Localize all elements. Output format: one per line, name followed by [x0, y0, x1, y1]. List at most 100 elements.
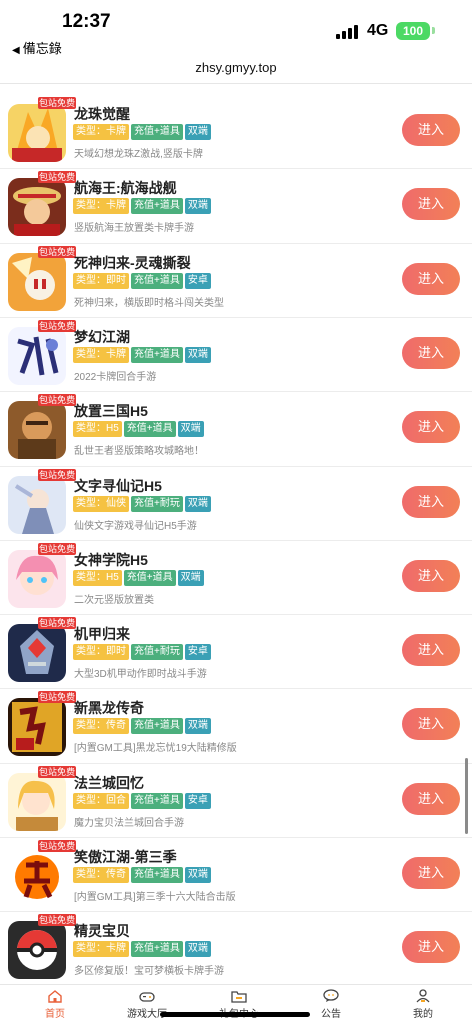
game-tags: 类型：传奇 充值+道具 双端 — [73, 867, 213, 883]
game-list-item[interactable]: 包站免费 梦幻江湖 类型：卡牌 充值+道具 双端 2022卡牌回合手游 进入 — [0, 317, 472, 391]
type-tag: 类型：H5 — [73, 570, 122, 586]
bleach-icon[interactable] — [8, 253, 66, 311]
game-list-item[interactable]: 包站免费 文字寻仙记H5 类型：仙侠 充值+耐玩 双端 仙侠文字游戏寻仙记H5手游 进入 — [0, 466, 472, 540]
game-tags: 类型：即时 充值+道具 安卓 — [73, 273, 213, 289]
game-title[interactable]: 航海王:航海战舰 — [74, 178, 177, 198]
enter-game-button[interactable]: 进入 — [402, 783, 460, 815]
enter-game-button[interactable]: 进入 — [402, 931, 460, 963]
enter-game-button[interactable]: 进入 — [402, 188, 460, 220]
platform-tag: 安卓 — [184, 793, 211, 809]
game-list-item[interactable]: 包站免费 机甲归来 类型：即时 充值+耐玩 安卓 大型3D机甲动作即时战斗手游 进入 — [0, 614, 472, 688]
enter-game-button[interactable]: 进入 — [402, 708, 460, 740]
pay-tag: 充值+道具 — [131, 347, 183, 363]
game-list-item[interactable]: 包站免费 放置三国H5 类型：H5 充值+道具 双端 乱世王者竖版策略攻城略地！ 进入 — [0, 391, 472, 465]
platform-tag: 双端 — [184, 496, 211, 512]
type-tag: 类型：卡牌 — [73, 198, 129, 214]
game-description: 乱世王者竖版策略攻城略地！ — [74, 446, 204, 457]
mecha-icon[interactable] — [8, 624, 66, 682]
game-description: 多区修复版！宝可梦横板卡牌手游 — [74, 966, 224, 977]
pay-tag: 充值+道具 — [131, 718, 183, 734]
free-ribbon-badge: 包站免费 — [38, 766, 76, 778]
game-tags: 类型：H5 充值+道具 双端 — [73, 570, 206, 586]
xianxia-icon[interactable] — [8, 476, 66, 534]
game-title[interactable]: 死神归来-灵魂撕裂 — [74, 253, 191, 273]
game-list[interactable]: 包站免费 龙珠觉醒 类型：卡牌 充值+道具 双端 天域幻想龙珠Z激战,竖版卡牌 进入 包站免费… — [0, 84, 472, 984]
user-icon — [415, 989, 431, 1003]
tab-chat-bubble[interactable]: 公告 — [301, 989, 361, 1020]
xiao-icon[interactable] — [8, 847, 66, 905]
home-indicator[interactable] — [160, 1012, 310, 1017]
game-title[interactable]: 新黑龙传奇 — [74, 698, 144, 718]
game-description: 竖版航海王放置类卡牌手游 — [74, 223, 194, 234]
platform-tag: 双端 — [184, 347, 211, 363]
type-tag: 类型：传奇 — [73, 867, 129, 883]
game-list-item[interactable]: 包站免费 女神学院H5 类型：H5 充值+道具 双端 二次元竖版放置类 进入 — [0, 540, 472, 614]
jianghu-icon[interactable] — [8, 327, 66, 385]
game-list-item[interactable]: 包站免费 新黑龙传奇 类型：传奇 充值+道具 双端 [内置GM工具]黑龙忘忧19大陆精修版… — [0, 688, 472, 762]
row-divider — [0, 391, 472, 392]
back-to-app-link[interactable]: ◀ 備忘錄 — [12, 38, 62, 57]
type-tag: 类型：卡牌 — [73, 124, 129, 140]
platform-tag: 安卓 — [184, 273, 211, 289]
game-title[interactable]: 龙珠觉醒 — [74, 104, 130, 124]
gamepad-icon — [139, 989, 155, 1003]
free-ribbon-badge: 包站免费 — [38, 617, 76, 629]
free-ribbon-badge: 包站免费 — [38, 914, 76, 926]
game-tags: 类型：卡牌 充值+道具 双端 — [73, 347, 213, 363]
game-tags: 类型：卡牌 充值+道具 双端 — [73, 198, 213, 214]
enter-game-button[interactable]: 进入 — [402, 634, 460, 666]
pokeball-icon[interactable] — [8, 921, 66, 979]
game-list-item[interactable]: 包站免费 龙珠觉醒 类型：卡牌 充值+道具 双端 天域幻想龙珠Z激战,竖版卡牌 进入 — [0, 94, 472, 168]
enter-game-button[interactable]: 进入 — [402, 263, 460, 295]
game-description: 死神归来，横版即时格斗闯关类型 — [74, 298, 224, 309]
game-list-item[interactable]: 包站免费 精灵宝贝 类型：卡牌 充值+道具 双端多区修复版！宝可梦横板卡牌手游 进入 — [0, 911, 472, 984]
row-divider — [0, 837, 472, 838]
game-tags: 类型：H5 充值+道具 双端 — [73, 421, 206, 437]
url-bar[interactable]: zhsy.gmyy.top — [0, 58, 472, 84]
game-list-item[interactable]: 包站免费 死神归来-灵魂撕裂 类型：即时 充值+道具 安卓 死神归来，横版即时格斗闯关类型… — [0, 243, 472, 317]
tab-user[interactable]: 我的 — [393, 989, 453, 1020]
game-list-item[interactable]: 包站免费 航海王:航海战舰 类型：卡牌 充值+道具 双端竖版航海王放置类卡牌手游 进入 — [0, 168, 472, 242]
legend-icon[interactable] — [8, 698, 66, 756]
game-title[interactable]: 文字寻仙记H5 — [74, 476, 162, 496]
enter-game-button[interactable]: 进入 — [402, 857, 460, 889]
platform-tag: 双端 — [184, 941, 211, 957]
free-ribbon-badge: 包站免费 — [38, 171, 76, 183]
free-ribbon-badge: 包站免费 — [38, 97, 76, 109]
home-icon — [47, 989, 63, 1003]
sanguo-icon[interactable] — [8, 401, 66, 459]
type-tag: 类型：卡牌 — [73, 941, 129, 957]
game-title[interactable]: 笑傲江湖-第三季 — [74, 847, 177, 867]
falan-icon[interactable] — [8, 773, 66, 831]
enter-game-button[interactable]: 进入 — [402, 411, 460, 443]
game-title[interactable]: 机甲归来 — [74, 624, 130, 644]
row-divider — [0, 911, 472, 912]
game-title[interactable]: 法兰城回忆 — [74, 773, 144, 793]
game-title[interactable]: 女神学院H5 — [74, 550, 148, 570]
game-list-item[interactable]: 包站免费 法兰城回忆 类型：回合 充值+道具 安卓 魔力宝贝法兰城回合手游 进入 — [0, 763, 472, 837]
scroll-indicator[interactable] — [465, 758, 468, 834]
game-title[interactable]: 梦幻江湖 — [74, 327, 130, 347]
tab-label: 我的 — [413, 1009, 433, 1020]
tab-home[interactable]: 首页 — [25, 989, 85, 1020]
game-title[interactable]: 放置三国H5 — [74, 401, 148, 421]
type-tag: 类型：即时 — [73, 273, 129, 289]
battery-tip — [432, 27, 435, 34]
game-list-item[interactable]: 包站免费 笑傲江湖-第三季 类型：传奇 充值+道具 双端 [内置GM工具]第三季十六大陆合… — [0, 837, 472, 911]
dragonball-icon[interactable] — [8, 104, 66, 162]
pay-tag: 充值+耐玩 — [131, 644, 183, 660]
enter-game-button[interactable]: 进入 — [402, 114, 460, 146]
free-ribbon-badge: 包站免费 — [38, 840, 76, 852]
onepiece-icon[interactable] — [8, 178, 66, 236]
enter-game-button[interactable]: 进入 — [402, 486, 460, 518]
game-title[interactable]: 精灵宝贝 — [74, 921, 130, 941]
tab-label: 首页 — [45, 1009, 65, 1020]
chat-bubble-icon — [323, 989, 339, 1003]
game-tags: 类型：卡牌 充值+道具 双端 — [73, 941, 213, 957]
game-description: 二次元竖版放置类 — [74, 595, 154, 606]
enter-game-button[interactable]: 进入 — [402, 560, 460, 592]
free-ribbon-badge: 包站免费 — [38, 320, 76, 332]
enter-game-button[interactable]: 进入 — [402, 337, 460, 369]
back-arrow-icon: ◀ — [12, 45, 20, 56]
anime-girl-icon[interactable] — [8, 550, 66, 608]
